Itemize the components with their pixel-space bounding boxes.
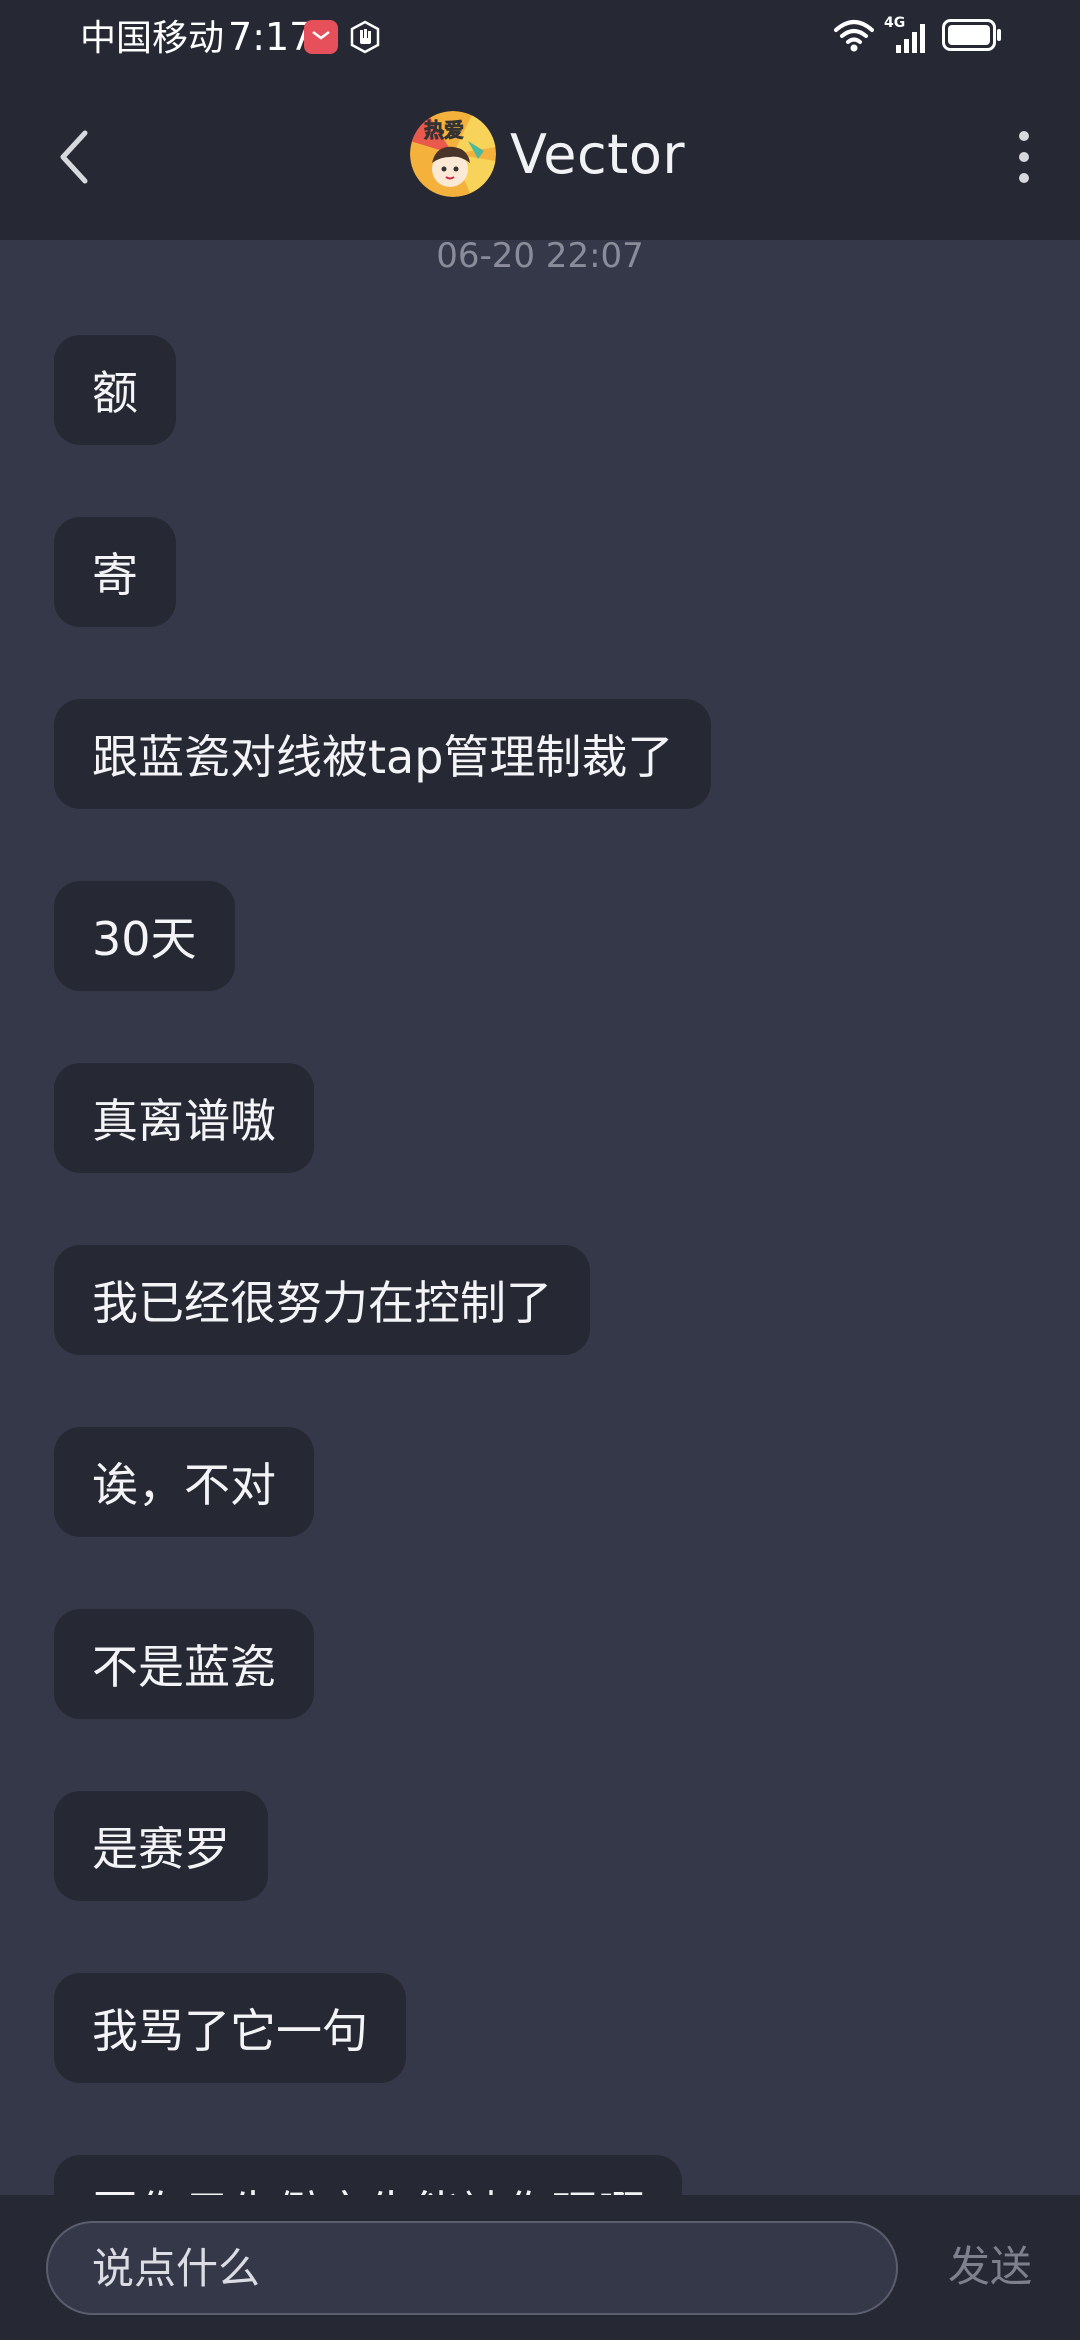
contact-info[interactable]: 热爱 Vector (410, 110, 685, 198)
composer-bar: 发送 (0, 2195, 1080, 2340)
status-bar: 中国移动 7:17 4G (0, 0, 1080, 74)
message-list: 额 寄 跟蓝瓷对线被tap管理制裁了 30天 真离谱嗷 我已经很努力在控制了 诶… (0, 0, 1080, 2195)
message-timestamp: 06-20 22:07 (436, 236, 644, 276)
message-bubble[interactable]: 30天 (54, 881, 235, 991)
wifi-icon (834, 18, 874, 56)
app-notification-icon (304, 20, 338, 54)
cellular-signal-icon: 4G (884, 15, 932, 55)
avatar-text: 热爱 (424, 118, 464, 142)
message-bubble[interactable]: 寄 (54, 517, 176, 627)
send-button[interactable]: 发送 (948, 2239, 1032, 2295)
message-bubble[interactable]: 我已经很努力在控制了 (54, 1245, 590, 1355)
more-dot-icon (1019, 152, 1029, 162)
more-dot-icon (1019, 131, 1029, 141)
carrier-label: 中国移动 (80, 18, 225, 59)
message-bubble[interactable]: 真离谱嗷 (54, 1063, 314, 1173)
message-bubble[interactable]: 我骂了它一句 (54, 1973, 406, 2083)
status-indicators: 4G (834, 15, 1002, 56)
clock: 7:17 (228, 15, 314, 59)
more-dot-icon (1019, 173, 1029, 183)
message-bubble[interactable]: 是赛罗 (54, 1791, 268, 1901)
battery-icon (942, 19, 1002, 55)
message-bubble[interactable]: 额 (54, 335, 176, 445)
chat-header: 热爱 Vector (0, 74, 1080, 240)
message-bubble[interactable]: 不是蓝瓷 (54, 1609, 314, 1719)
carrier-and-time: 中国移动 7:17 (80, 14, 313, 62)
message-bubble[interactable]: 因你只先僻夜生能被你理啊 (54, 2155, 682, 2195)
hand-gesture-icon (348, 20, 382, 54)
avatar[interactable]: 热爱 (410, 111, 496, 197)
message-input[interactable] (46, 2221, 898, 2315)
back-button[interactable] (40, 124, 106, 190)
more-options-button[interactable] (996, 122, 1052, 192)
message-bubble[interactable]: 跟蓝瓷对线被tap管理制裁了 (54, 699, 712, 809)
back-arrow-icon (60, 130, 88, 184)
contact-name: Vector (510, 122, 686, 186)
message-bubble[interactable]: 诶，不对 (54, 1427, 314, 1537)
